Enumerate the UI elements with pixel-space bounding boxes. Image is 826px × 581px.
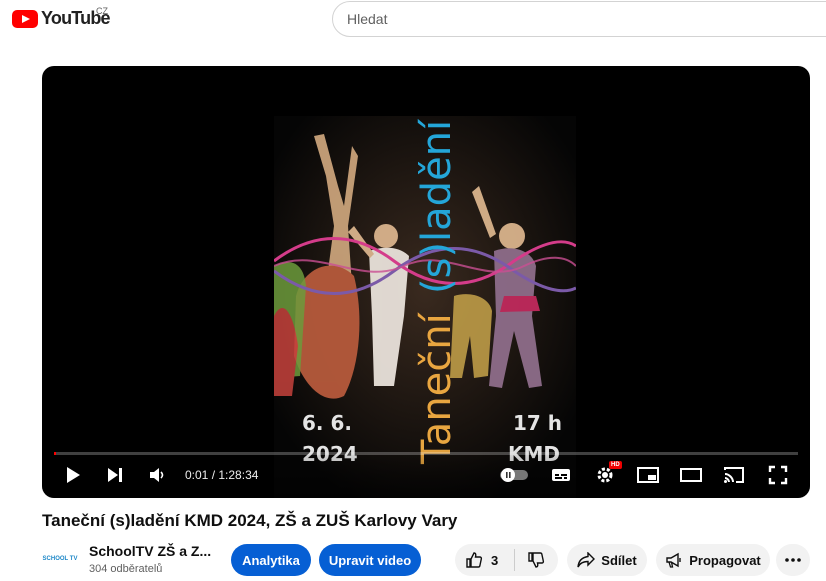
miniplayer-icon (637, 467, 659, 483)
megaphone-icon (666, 552, 681, 568)
like-button[interactable]: 3 (465, 551, 498, 569)
analytics-button[interactable]: Analytika (231, 544, 311, 576)
thumbs-up-icon (466, 552, 483, 568)
more-actions-button[interactable] (776, 544, 810, 576)
share-icon (577, 552, 596, 568)
thumbs-down-icon (528, 552, 545, 568)
next-button[interactable] (104, 463, 126, 487)
masthead: YouTube CZ Hledat (0, 0, 826, 40)
share-button[interactable]: Sdílet (567, 544, 647, 576)
promote-button[interactable]: Propagovat (656, 544, 770, 576)
subscriber-count: 304 odběratelů (89, 563, 163, 575)
promote-label: Propagovat (689, 552, 761, 568)
channel-name[interactable]: SchoolTV ZŠ a Z... (89, 543, 211, 559)
fullscreen-button[interactable] (766, 463, 790, 487)
fullscreen-icon (768, 465, 788, 485)
channel-avatar[interactable]: SCHOOL TV (42, 545, 78, 573)
subtitles-button[interactable] (550, 463, 572, 487)
search-input[interactable]: Hledat (332, 1, 826, 37)
poster-date-day: 6. 6. (302, 411, 352, 435)
volume-icon (150, 468, 164, 482)
miniplayer-button[interactable] (636, 463, 660, 487)
current-time: 0:01 (185, 468, 209, 482)
next-icon (108, 468, 122, 482)
search-placeholder: Hledat (347, 11, 388, 27)
like-dislike-group: 3 (455, 544, 558, 576)
progress-bar[interactable] (54, 452, 798, 455)
poster-time: 17 h (513, 411, 562, 435)
edit-video-button[interactable]: Upravit video (319, 544, 421, 576)
time-separator: / (208, 468, 219, 482)
hd-badge: HD (609, 461, 622, 469)
avatar-text: SCHOOL TV (42, 556, 78, 562)
autoplay-toggle-icon (500, 468, 528, 482)
subtitles-icon (552, 469, 570, 481)
theater-mode-button[interactable] (679, 463, 703, 487)
dislike-button[interactable] (527, 551, 545, 569)
volume-button[interactable] (146, 463, 168, 487)
like-count: 3 (491, 552, 499, 568)
theater-icon (680, 468, 702, 482)
settings-button[interactable]: HD (593, 461, 622, 487)
cast-icon (724, 467, 744, 483)
video-frame: Taneční (s)ladění 6. 6. 2024 17 h KMD (274, 116, 576, 498)
autoplay-toggle[interactable] (498, 463, 530, 487)
play-button[interactable] (62, 463, 84, 487)
country-code: CZ (96, 6, 108, 16)
time-display: 0:01 / 1:28:34 (185, 468, 258, 482)
like-divider (514, 549, 516, 571)
poster-art: Taneční (s)ladění 6. 6. 2024 17 h KMD (274, 116, 576, 498)
video-title: Taneční (s)ladění KMD 2024, ZŠ a ZUŠ Kar… (42, 511, 458, 530)
video-player[interactable]: Taneční (s)ladění 6. 6. 2024 17 h KMD 0:… (42, 66, 810, 498)
play-icon (67, 467, 80, 483)
poster-title-part1: Taneční (414, 311, 460, 465)
share-label: Sdílet (601, 552, 637, 568)
youtube-play-icon (12, 9, 38, 28)
poster-title-part2: (s)ladění (414, 118, 460, 294)
progress-fill (54, 452, 57, 455)
cast-button[interactable] (722, 463, 746, 487)
more-horizontal-icon (785, 558, 801, 562)
duration: 1:28:34 (218, 468, 259, 482)
